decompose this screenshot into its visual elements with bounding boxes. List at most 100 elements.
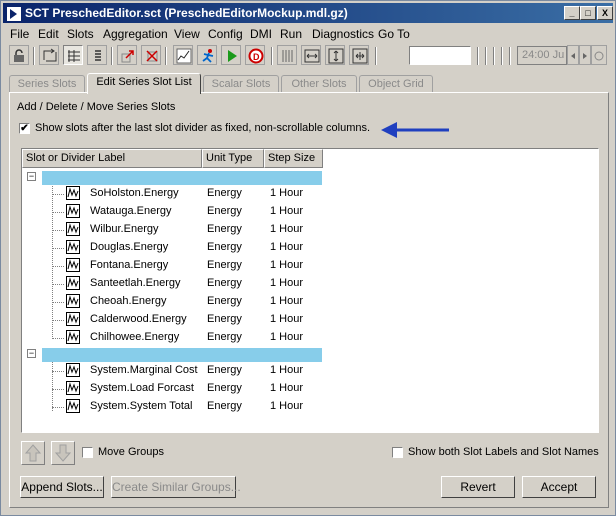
- tab-object-grid[interactable]: Object Grid: [359, 75, 433, 93]
- slot-unit-type: Energy: [207, 400, 242, 412]
- show-both-labels-label: Show both Slot Labels and Slot Names: [408, 446, 599, 458]
- menu-run[interactable]: Run: [280, 27, 302, 41]
- collapse-icon[interactable]: −: [27, 349, 36, 358]
- tab-scalar-slots[interactable]: Scalar Slots: [203, 75, 279, 93]
- maximize-button[interactable]: □: [580, 6, 596, 20]
- tree-line: [52, 230, 64, 231]
- timestep-prev-button[interactable]: [567, 45, 579, 65]
- timestep-reset-button[interactable]: [591, 45, 607, 65]
- window-title: SCT PreschedEditor.sct (PreschedEditorMo…: [25, 6, 348, 20]
- menu-diagnostics[interactable]: Diagnostics: [312, 27, 374, 41]
- arrow-down-icon: [52, 444, 74, 467]
- title-bar: SCT PreschedEditor.sct (PreschedEditorMo…: [3, 3, 613, 23]
- minimize-button[interactable]: _: [564, 6, 580, 20]
- simulation-button[interactable]: [197, 45, 217, 65]
- table-row[interactable]: SoHolston.Energy Energy 1 Hour: [22, 185, 342, 203]
- series-slot-icon: [66, 276, 80, 290]
- menu-dmi[interactable]: DMI: [250, 27, 272, 41]
- open-slot-button[interactable]: [117, 45, 137, 65]
- slot-unit-type: Energy: [207, 382, 242, 394]
- menu-edit[interactable]: Edit: [38, 27, 59, 41]
- slot-unit-type: Energy: [207, 313, 242, 325]
- move-down-button[interactable]: [51, 441, 75, 465]
- show-fixed-columns-checkbox[interactable]: ✔: [19, 123, 30, 134]
- tree-line: [52, 320, 64, 321]
- table-row[interactable]: Fontana.Energy Energy 1 Hour: [22, 257, 342, 275]
- tab-series-slots[interactable]: Series Slots: [9, 75, 85, 93]
- section-heading: Add / Delete / Move Series Slots: [17, 101, 176, 113]
- list-button[interactable]: [87, 45, 107, 65]
- run-button[interactable]: [221, 45, 241, 65]
- fit-all-button[interactable]: [349, 45, 369, 65]
- menu-aggregation[interactable]: Aggregation: [103, 27, 168, 41]
- slot-step-size: 1 Hour: [270, 223, 304, 235]
- toolbar-separator: [493, 47, 495, 65]
- slot-step-size: 1 Hour: [270, 295, 304, 307]
- move-groups-checkbox[interactable]: [82, 447, 93, 458]
- table-row[interactable]: System.Marginal Cost Energy 1 Hour: [22, 362, 342, 380]
- table-row[interactable]: Douglas.Energy Energy 1 Hour: [22, 239, 342, 257]
- move-up-button[interactable]: [21, 441, 45, 465]
- menu-file[interactable]: File: [10, 27, 29, 41]
- series-slot-icon: [66, 222, 80, 236]
- main-window: SCT PreschedEditor.sct (PreschedEditorMo…: [0, 0, 616, 516]
- fit-height-button[interactable]: [325, 45, 345, 65]
- slot-step-size: 1 Hour: [270, 277, 304, 289]
- toolbar-input[interactable]: [409, 46, 471, 65]
- toolbar-separator: [33, 47, 35, 65]
- create-similar-groups-button[interactable]: Create Similar Groups...: [111, 476, 241, 498]
- timestep-next-button[interactable]: [579, 45, 591, 65]
- swap-button[interactable]: [39, 45, 59, 65]
- lock-button[interactable]: [9, 45, 29, 65]
- menu-slots[interactable]: Slots: [67, 27, 94, 41]
- revert-button[interactable]: Revert: [441, 476, 515, 498]
- collapse-icon[interactable]: −: [27, 172, 36, 181]
- vertical-lines-button[interactable]: [277, 45, 297, 65]
- close-slot-button[interactable]: [141, 45, 161, 65]
- series-slot-icon: [66, 258, 80, 272]
- slot-divider[interactable]: [42, 348, 322, 362]
- table-row[interactable]: Cheoah.Energy Energy 1 Hour: [22, 293, 342, 311]
- table-row[interactable]: Watauga.Energy Energy 1 Hour: [22, 203, 342, 221]
- slot-label: Santeetlah.Energy: [90, 277, 181, 289]
- tree-line: [52, 248, 64, 249]
- toolbar-separator: [509, 47, 511, 65]
- fit-width-button[interactable]: [301, 45, 321, 65]
- menu-goto[interactable]: Go To: [378, 27, 410, 41]
- menu-config[interactable]: Config: [208, 27, 243, 41]
- slot-unit-type: Energy: [207, 241, 242, 253]
- show-both-labels-checkbox[interactable]: [392, 447, 403, 458]
- table-row[interactable]: Chilhowee.Energy Energy 1 Hour: [22, 329, 342, 347]
- tab-edit-series-slot-list[interactable]: Edit Series Slot List: [87, 73, 201, 94]
- slot-label: System.System Total: [90, 400, 193, 412]
- close-button[interactable]: X: [597, 6, 613, 20]
- table-row[interactable]: System.System Total Energy 1 Hour: [22, 398, 342, 416]
- menu-view[interactable]: View: [174, 27, 200, 41]
- column-header-label[interactable]: Slot or Divider Label: [22, 149, 202, 168]
- slot-label: Wilbur.Energy: [90, 223, 159, 235]
- column-header-step-size[interactable]: Step Size: [264, 149, 323, 168]
- append-slots-button[interactable]: Append Slots...: [20, 476, 104, 498]
- tree-line: [52, 194, 64, 195]
- graph-button[interactable]: [173, 45, 193, 65]
- series-slot-icon: [66, 312, 80, 326]
- tab-other-slots[interactable]: Other Slots: [281, 75, 357, 93]
- accept-button[interactable]: Accept: [522, 476, 596, 498]
- stop-dmi-button[interactable]: D: [245, 45, 265, 65]
- series-slot-icon: [66, 399, 80, 413]
- table-row[interactable]: Santeetlah.Energy Energy 1 Hour: [22, 275, 342, 293]
- slot-unit-type: Energy: [207, 259, 242, 271]
- column-header-unit-type[interactable]: Unit Type: [202, 149, 264, 168]
- arrow-up-icon: [22, 444, 44, 467]
- timestep-display[interactable]: 24:00 Ju: [517, 46, 567, 65]
- slot-divider[interactable]: [42, 171, 322, 185]
- table-row[interactable]: Calderwood.Energy Energy 1 Hour: [22, 311, 342, 329]
- slot-label: Fontana.Energy: [90, 259, 169, 271]
- columns-button[interactable]: [63, 45, 83, 65]
- slot-label: System.Load Forcast: [90, 382, 194, 394]
- table-row[interactable]: Wilbur.Energy Energy 1 Hour: [22, 221, 342, 239]
- slot-unit-type: Energy: [207, 205, 242, 217]
- series-slot-icon: [66, 186, 80, 200]
- table-row[interactable]: System.Load Forcast Energy 1 Hour: [22, 380, 342, 398]
- slot-step-size: 1 Hour: [270, 400, 304, 412]
